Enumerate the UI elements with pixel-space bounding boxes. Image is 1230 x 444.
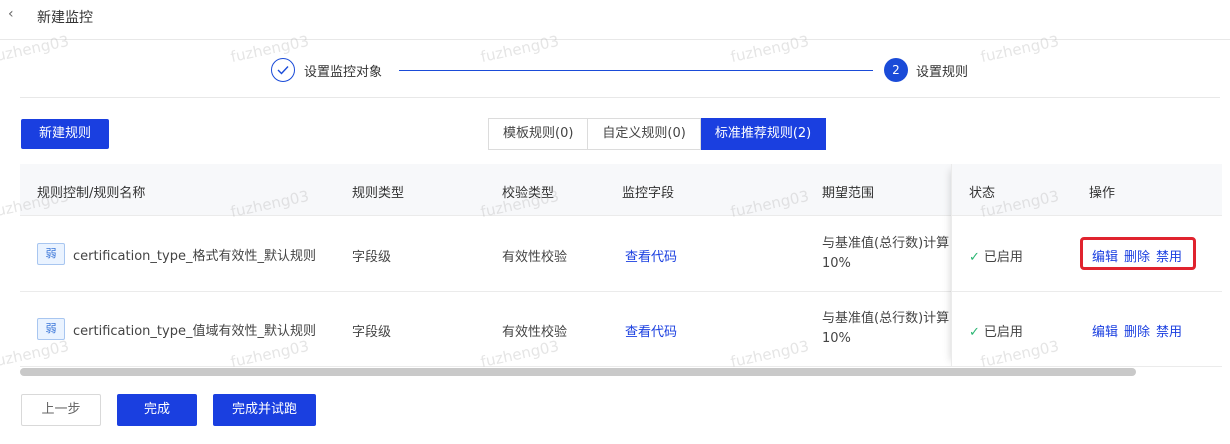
- done-button[interactable]: 完成: [117, 394, 197, 426]
- rules-table: 规则控制/规则名称 规则类型 校验类型 监控字段 期望范围 弱 certific…: [20, 164, 1222, 367]
- tab-custom-rules[interactable]: 自定义规则(0): [588, 118, 701, 150]
- rule-type: 字段级: [352, 325, 392, 340]
- new-rule-button[interactable]: 新建规则: [21, 119, 109, 149]
- chevron-left-icon[interactable]: ‹: [8, 6, 14, 22]
- fixed-right-columns: 状态 操作 ✓ 已启用 编辑 删除 禁用 ✓ 已启用 编辑 删除 禁用: [951, 164, 1222, 367]
- horizontal-scrollbar[interactable]: [20, 368, 1136, 376]
- fixed-row: ✓ 已启用 编辑 删除 禁用: [952, 217, 1222, 292]
- highlight-box: [1080, 237, 1196, 270]
- check-type: 有效性校验: [502, 325, 568, 340]
- view-code-link[interactable]: 查看代码: [625, 321, 677, 340]
- fixed-header: 状态 操作: [952, 164, 1222, 216]
- expected-range-line1: 与基准值(总行数)计算: [822, 311, 950, 326]
- strength-tag: 弱: [37, 243, 65, 265]
- edit-link[interactable]: 编辑: [1092, 325, 1118, 340]
- column-header-actions: 操作: [1089, 186, 1116, 201]
- tab-template-rules[interactable]: 模板规则(0): [488, 118, 589, 150]
- done-and-run-button[interactable]: 完成并试跑: [213, 394, 316, 426]
- delete-link[interactable]: 删除: [1124, 325, 1150, 340]
- rule-type: 字段级: [352, 250, 392, 265]
- status-text: 已启用: [983, 250, 1023, 265]
- status-badge: ✓ 已启用: [969, 246, 1023, 265]
- column-header-rule-type: 规则类型: [352, 186, 405, 201]
- column-header-monitor-field: 监控字段: [622, 186, 675, 201]
- check-icon: ✓: [969, 250, 980, 265]
- rule-name: certification_type_格式有效性_默认规则: [73, 249, 316, 264]
- column-header-rule-name: 规则控制/规则名称: [37, 186, 146, 201]
- expected-range-line2: 10%: [822, 256, 851, 271]
- rule-name: certification_type_值域有效性_默认规则: [73, 324, 316, 339]
- top-bar: ‹ 新建监控: [0, 0, 1230, 40]
- expected-range-line2: 10%: [822, 331, 851, 346]
- step-1-label: 设置监控对象: [304, 65, 383, 80]
- strength-tag: 弱: [37, 318, 65, 340]
- prev-step-button[interactable]: 上一步: [21, 394, 101, 426]
- disable-link[interactable]: 禁用: [1156, 325, 1182, 340]
- rule-tabs: 模板规则(0) 自定义规则(0) 标准推荐规则(2): [488, 118, 827, 150]
- divider: [20, 97, 1220, 98]
- step-done-check-icon: [271, 58, 295, 82]
- view-code-link[interactable]: 查看代码: [625, 246, 677, 265]
- fixed-row: ✓ 已启用 编辑 删除 禁用: [952, 292, 1222, 367]
- status-badge: ✓ 已启用: [969, 321, 1023, 340]
- step-connector: [399, 70, 873, 71]
- column-header-expected-range: 期望范围: [822, 186, 875, 201]
- row-actions: 编辑 删除 禁用: [1092, 321, 1188, 340]
- check-icon: ✓: [969, 325, 980, 340]
- steps-bar: 设置监控对象 2 设置规则: [0, 40, 1230, 98]
- step-2-number: 2: [884, 58, 908, 82]
- step-2-label: 设置规则: [916, 65, 969, 80]
- column-header-check-type: 校验类型: [502, 186, 555, 201]
- status-text: 已启用: [983, 325, 1023, 340]
- column-header-status: 状态: [969, 186, 996, 201]
- expected-range-line1: 与基准值(总行数)计算: [822, 236, 950, 251]
- check-type: 有效性校验: [502, 250, 568, 265]
- page-title: 新建监控: [37, 10, 93, 26]
- tab-standard-recommended-rules[interactable]: 标准推荐规则(2): [700, 118, 827, 150]
